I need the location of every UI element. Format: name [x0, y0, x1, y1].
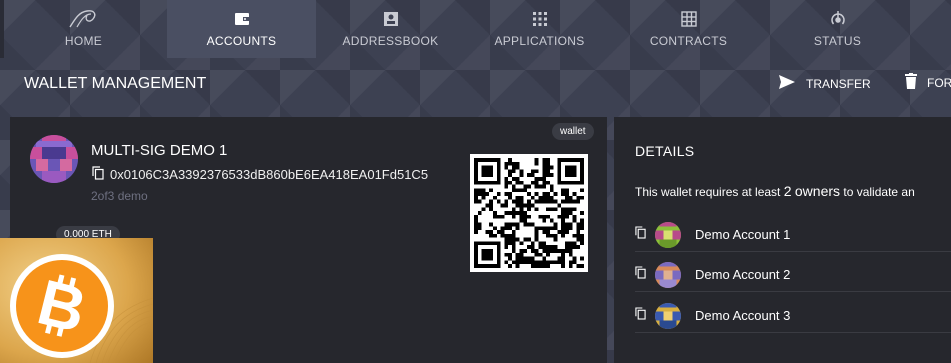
- transfer-button[interactable]: TRANSFER: [778, 74, 871, 93]
- tab-addressbook-label: ADDRESSBOOK: [342, 34, 439, 48]
- trash-icon: [905, 73, 917, 92]
- address-qr-code: [470, 154, 588, 272]
- wallet-address[interactable]: 0x0106C3A3392376533dB860bE6EA418EA01Fd51…: [110, 167, 428, 182]
- copy-icon[interactable]: [92, 166, 104, 185]
- wallet-description: 2of3 demo: [91, 189, 148, 203]
- tab-addressbook[interactable]: ADDRESSBOOK: [316, 0, 465, 58]
- owners-word: owners: [794, 183, 841, 199]
- owner-avatar: [655, 221, 681, 248]
- owner-avatar: [655, 261, 681, 288]
- tab-status-label: STATUS: [813, 34, 862, 48]
- tab-accounts-label: ACCOUNTS: [206, 34, 277, 48]
- owner-avatar: [655, 302, 681, 329]
- tab-contracts-label: CONTRACTS: [649, 34, 728, 48]
- home-swoosh-icon: [67, 8, 101, 30]
- requirement-text-end: to validate an: [843, 185, 915, 199]
- forget-button[interactable]: FOR: [905, 73, 951, 92]
- tab-status[interactable]: STATUS: [763, 0, 912, 58]
- tab-applications[interactable]: APPLICATIONS: [465, 0, 614, 58]
- copy-icon[interactable]: [635, 306, 649, 325]
- copy-icon[interactable]: [635, 225, 649, 244]
- top-nav: HOME ACCOUNTS ADDRESSBOOK APPLICATIONS C…: [0, 0, 951, 58]
- wallet-avatar: [30, 135, 78, 183]
- copy-icon[interactable]: [635, 265, 649, 284]
- owner-row: Demo Account 1: [635, 218, 951, 252]
- send-arrow-icon: [778, 74, 796, 93]
- apps-grid-icon: [532, 8, 547, 30]
- owner-name[interactable]: Demo Account 3: [695, 308, 790, 323]
- forget-label: FOR: [927, 75, 951, 90]
- wallet-icon: [234, 8, 250, 30]
- owner-name[interactable]: Demo Account 2: [695, 267, 790, 282]
- page-title: WALLET MANAGEMENT: [24, 75, 207, 92]
- bitcoin-logo-image: B: [0, 238, 153, 363]
- tab-home-label: HOME: [64, 34, 103, 48]
- tab-accounts[interactable]: ACCOUNTS: [167, 0, 316, 58]
- page-header: WALLET MANAGEMENT TRANSFER FOR: [0, 58, 951, 110]
- tab-home[interactable]: HOME: [0, 0, 167, 58]
- tab-contracts[interactable]: CONTRACTS: [614, 0, 763, 58]
- status-signal-icon: [829, 8, 847, 30]
- wallet-name: MULTI-SIG DEMO 1: [91, 142, 228, 159]
- contact-card-icon: [383, 8, 399, 30]
- owner-row: Demo Account 2: [635, 258, 951, 292]
- details-title: DETAILS: [635, 143, 695, 159]
- wallet-type-badge: wallet: [552, 123, 594, 140]
- owner-name[interactable]: Demo Account 1: [695, 227, 790, 242]
- tab-applications-label: APPLICATIONS: [494, 34, 585, 48]
- transfer-label: TRANSFER: [806, 76, 871, 91]
- table-grid-icon: [680, 8, 697, 30]
- owner-row: Demo Account 3: [635, 299, 951, 333]
- requirement-text-start: This wallet requires at least: [635, 185, 781, 199]
- required-owners-count: 2: [783, 183, 792, 199]
- details-requirement-text: This wallet requires at least 2 owners t…: [635, 183, 915, 199]
